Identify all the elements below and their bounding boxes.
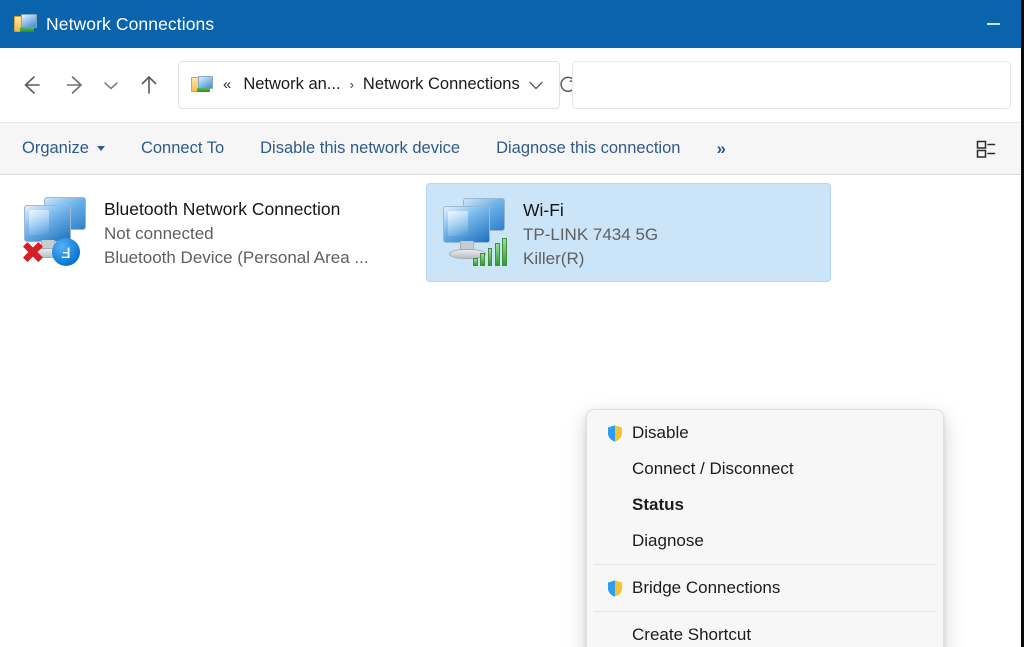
connection-text-bluetooth: Bluetooth Network Connection Not connect…: [104, 191, 369, 270]
breadcrumb-item-0[interactable]: Network an...: [243, 75, 340, 94]
connection-status: Not connected: [104, 222, 369, 246]
navigation-bar: « Network an... › Network Connections: [0, 48, 1021, 122]
organize-label: Organize: [22, 139, 89, 158]
menu-separator: [594, 611, 936, 612]
network-adapter-icon: ✖ ⅎ: [18, 191, 96, 269]
address-bar[interactable]: « Network an... › Network Connections: [178, 61, 560, 109]
connection-name: Bluetooth Network Connection: [104, 197, 369, 222]
shield-icon: [598, 579, 632, 598]
breadcrumb-icon: [191, 75, 213, 95]
minimize-button[interactable]: [965, 0, 1021, 48]
arrow-up-icon: [136, 72, 162, 98]
address-dropdown-button[interactable]: [520, 67, 552, 103]
back-button[interactable]: [10, 65, 52, 105]
disconnected-x-icon: ✖: [20, 241, 46, 267]
context-menu: Disable Connect / Disconnect Status Diag…: [586, 409, 944, 647]
window-title: Network Connections: [46, 14, 214, 35]
recent-locations-button[interactable]: [94, 65, 128, 105]
search-input[interactable]: [572, 61, 1011, 109]
menu-item-diagnose[interactable]: Diagnose: [592, 523, 938, 559]
connections-list: ✖ ⅎ Bluetooth Network Connection Not con…: [0, 183, 1021, 282]
change-view-button[interactable]: [971, 134, 1001, 164]
menu-item-label: Bridge Connections: [632, 578, 780, 598]
window-controls: [965, 0, 1021, 48]
chevron-down-icon: [100, 74, 122, 96]
arrow-left-icon: [18, 72, 44, 98]
menu-item-label: Disable: [632, 423, 689, 443]
up-button[interactable]: [128, 65, 170, 105]
diagnose-connection-button[interactable]: Diagnose this connection: [496, 133, 680, 164]
toolbar-overflow-button[interactable]: »: [716, 139, 725, 159]
breadcrumb-separator-icon: ›: [350, 77, 354, 92]
menu-item-create-shortcut[interactable]: Create Shortcut: [592, 617, 938, 647]
wifi-signal-badge-icon: [473, 236, 507, 266]
connection-name: Wi-Fi: [523, 198, 658, 223]
chevron-down-icon: [526, 75, 546, 95]
connection-item-wifi[interactable]: Wi-Fi TP-LINK 7434 5G Killer(R): [426, 183, 831, 282]
menu-item-label: Status: [632, 495, 684, 515]
network-connections-window: Network Connections: [0, 0, 1024, 647]
connection-device: Bluetooth Device (Personal Area ...: [104, 246, 369, 270]
disable-device-button[interactable]: Disable this network device: [260, 133, 460, 164]
caret-down-icon: [97, 146, 105, 151]
menu-item-label: Diagnose: [632, 531, 704, 551]
organize-button[interactable]: Organize: [22, 133, 105, 164]
bluetooth-badge-icon: ⅎ: [52, 238, 80, 266]
connection-device: Killer(R): [523, 247, 658, 271]
network-adapter-icon: [437, 192, 515, 270]
disable-device-label: Disable this network device: [260, 139, 460, 158]
title-bar: Network Connections: [0, 0, 1021, 48]
network-folder-icon: [14, 13, 36, 35]
arrow-right-icon: [60, 72, 86, 98]
forward-button[interactable]: [52, 65, 94, 105]
breadcrumb-item-1[interactable]: Network Connections: [363, 75, 520, 94]
connection-item-bluetooth[interactable]: ✖ ⅎ Bluetooth Network Connection Not con…: [8, 183, 426, 280]
menu-item-bridge-connections[interactable]: Bridge Connections: [592, 570, 938, 606]
menu-item-disable[interactable]: Disable: [592, 415, 938, 451]
breadcrumb-overflow[interactable]: «: [223, 76, 231, 93]
connect-to-label: Connect To: [141, 139, 224, 158]
menu-item-label: Create Shortcut: [632, 625, 751, 645]
menu-item-label: Connect / Disconnect: [632, 459, 794, 479]
command-toolbar: Organize Connect To Disable this network…: [0, 122, 1021, 175]
shield-icon: [598, 424, 632, 443]
menu-item-status[interactable]: Status: [592, 487, 938, 523]
connections-list-area: ✖ ⅎ Bluetooth Network Connection Not con…: [0, 175, 1021, 647]
connect-to-button[interactable]: Connect To: [141, 133, 224, 164]
menu-separator: [594, 564, 936, 565]
minimize-icon: [987, 23, 1000, 25]
menu-item-connect-disconnect[interactable]: Connect / Disconnect: [592, 451, 938, 487]
connection-text-wifi: Wi-Fi TP-LINK 7434 5G Killer(R): [523, 192, 658, 271]
diagnose-connection-label: Diagnose this connection: [496, 139, 680, 158]
view-details-icon: [974, 137, 998, 161]
connection-status: TP-LINK 7434 5G: [523, 223, 658, 247]
